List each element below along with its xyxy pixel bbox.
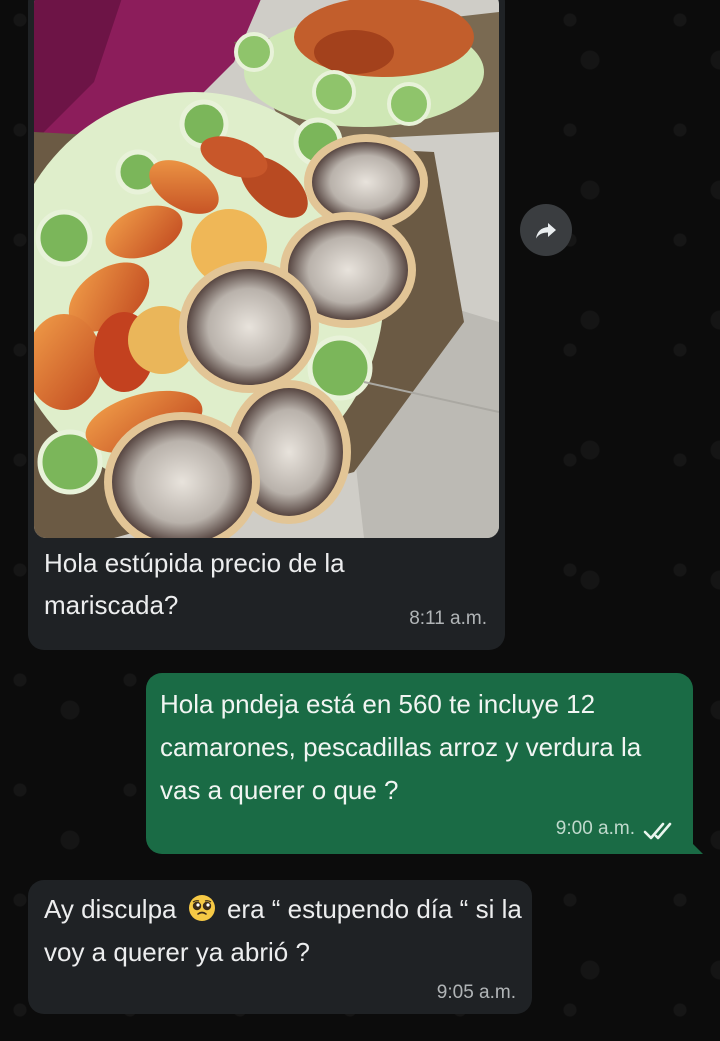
outgoing-message[interactable]: Hola pndeja está en 560 te incluye 12 ca… xyxy=(146,673,703,854)
pleading-face-emoji-icon xyxy=(188,895,215,921)
forward-arrow-icon xyxy=(536,223,556,239)
food-photo[interactable] xyxy=(34,0,499,538)
double-check-icon xyxy=(643,822,672,840)
message-text: Hola pndeja está en 560 te incluye 12 ca… xyxy=(160,689,642,805)
incoming-image-message[interactable]: Hola estúpida precio de la mariscada? 8:… xyxy=(28,0,505,650)
forward-button[interactable] xyxy=(520,204,572,256)
message-timestamp: 9:00 a.m. xyxy=(555,818,635,839)
incoming-text-message[interactable]: Ay disculpa era “ estupendo día “ si la … xyxy=(28,880,532,1014)
message-timestamp: 8:11 a.m. xyxy=(409,608,487,629)
message-timestamp: 9:05 a.m. xyxy=(436,982,516,1003)
message-text: Ay disculpa era “ estupendo día “ si la … xyxy=(44,888,524,974)
message-text-part: Ay disculpa xyxy=(44,894,177,924)
